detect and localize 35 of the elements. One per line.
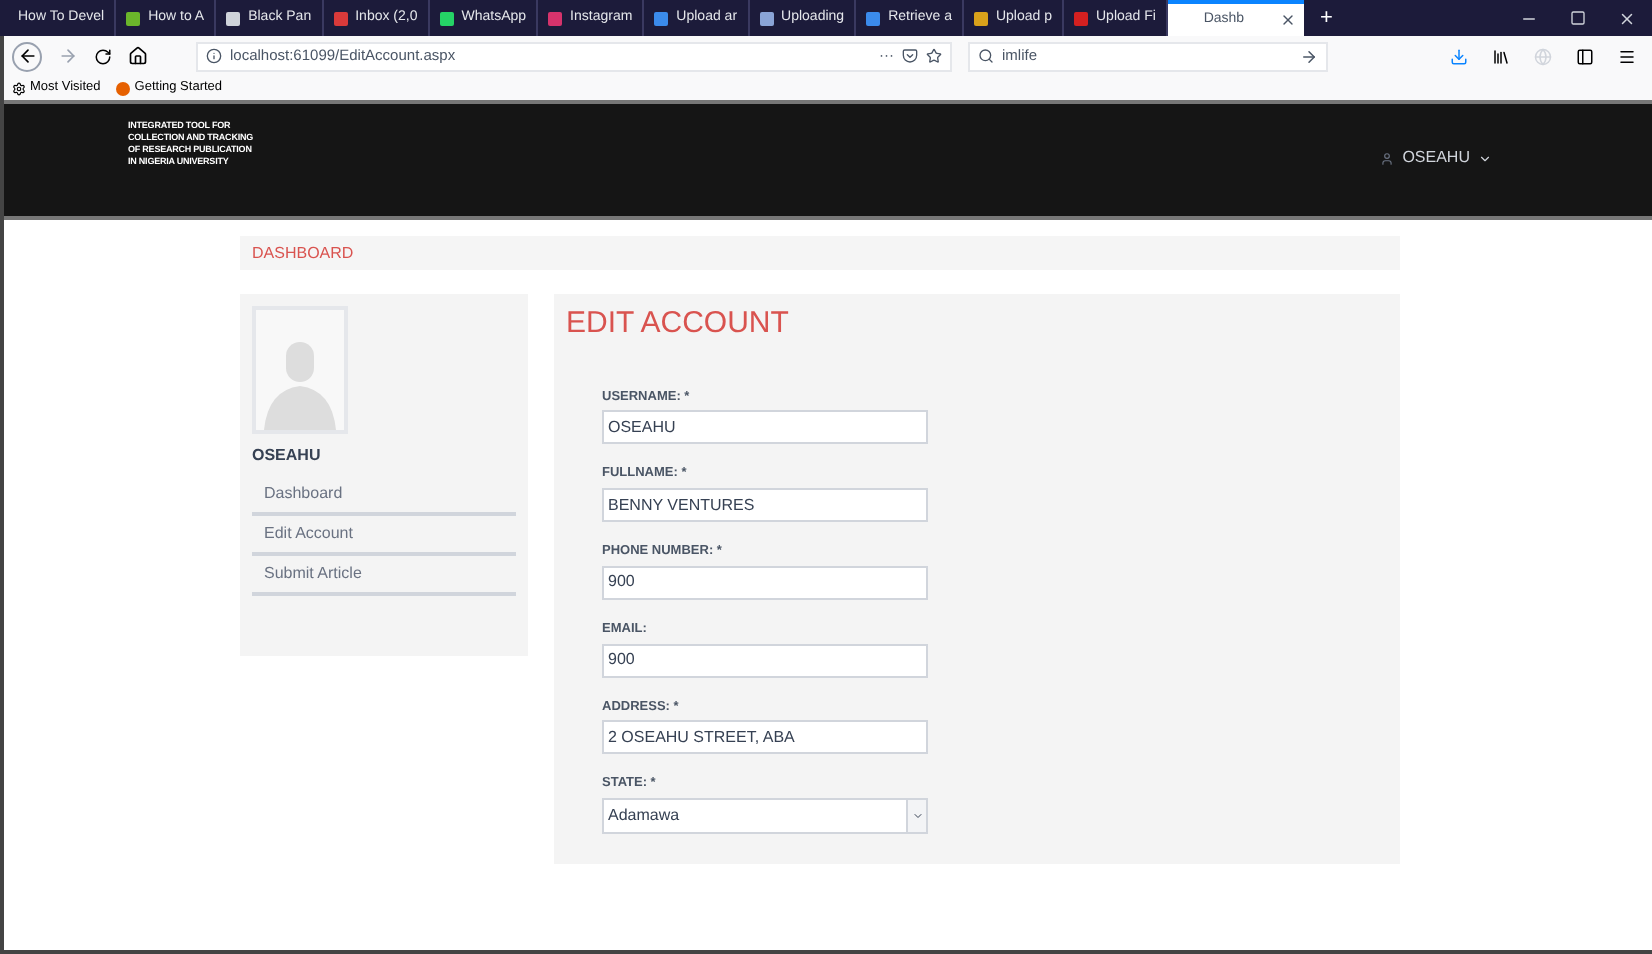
go-arrow-icon[interactable] — [1300, 47, 1318, 65]
back-arrow-icon — [17, 46, 37, 66]
library-icon[interactable] — [1492, 47, 1510, 65]
search-icon — [978, 48, 994, 64]
reload-icon[interactable] — [94, 47, 112, 65]
pocket-icon[interactable] — [902, 48, 918, 64]
sidebar-link[interactable]: Submit Article — [252, 556, 516, 596]
new-tab-button[interactable]: + — [1303, 0, 1349, 36]
home-icon[interactable] — [128, 46, 148, 66]
sidebar-link[interactable]: Dashboard — [252, 476, 516, 516]
user-menu[interactable]: OSEAHU — [1380, 146, 1492, 170]
input-field[interactable]: OSEAHU — [602, 410, 928, 445]
menu-icon[interactable] — [1618, 47, 1636, 65]
input-field[interactable]: 2 OSEAHU STREET, ABA — [602, 720, 928, 755]
gear-icon — [12, 81, 26, 95]
user-icon — [1380, 151, 1395, 165]
back-button[interactable] — [12, 41, 42, 71]
breadcrumb-link[interactable]: DASHBOARD — [252, 241, 354, 265]
close-icon[interactable] — [1279, 12, 1296, 28]
state-dropdown[interactable]: Adamawa — [602, 798, 928, 834]
sidebar-icon[interactable] — [1576, 47, 1594, 65]
browser-logo-icon — [116, 81, 131, 95]
input-field[interactable]: BENNY VENTURES — [602, 488, 928, 522]
profile-name: OSEAHU — [252, 444, 323, 468]
caret-icon — [1478, 151, 1492, 165]
download-icon[interactable] — [1450, 47, 1468, 65]
maximize-icon[interactable] — [1570, 10, 1586, 26]
input-field[interactable]: 900 — [602, 643, 928, 677]
form-title: EDIT ACCOUNT — [566, 304, 791, 344]
caret-icon — [911, 810, 923, 822]
info-icon[interactable] — [206, 48, 222, 64]
input-field[interactable]: 900 — [602, 565, 928, 600]
close-icon[interactable] — [1618, 9, 1636, 27]
sidebar-link[interactable]: Edit Account — [252, 516, 516, 556]
bookmark-star-icon[interactable] — [926, 48, 942, 64]
